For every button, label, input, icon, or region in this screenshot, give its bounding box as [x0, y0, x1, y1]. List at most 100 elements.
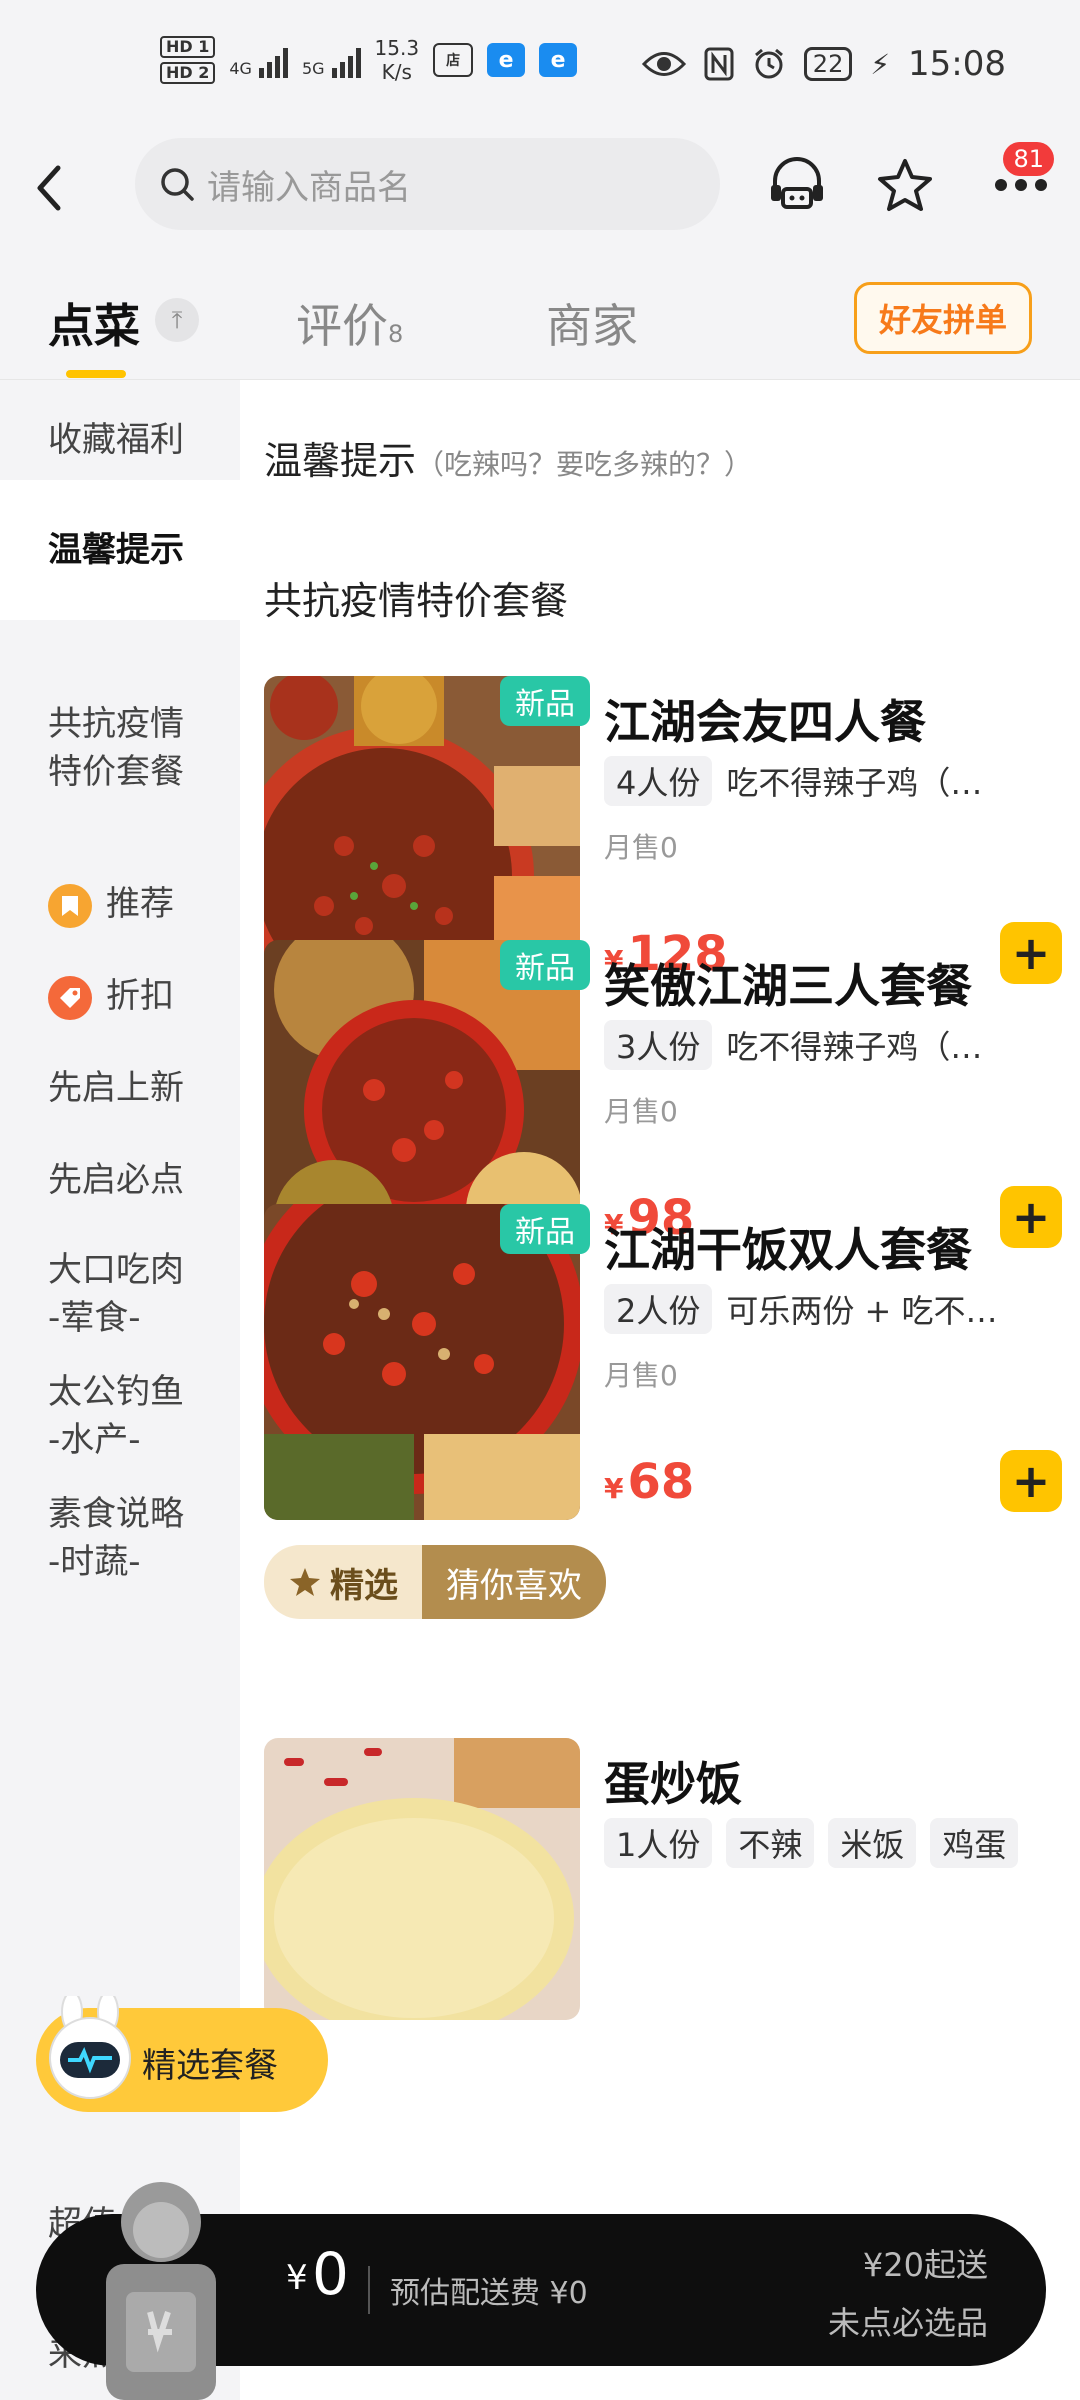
picks-label-selected: 精选	[264, 1545, 422, 1619]
signal-4g-icon: 4G	[229, 42, 288, 78]
favorite-button[interactable]	[870, 150, 940, 220]
sidebar-item-favorites[interactable]: 收藏福利	[0, 416, 240, 464]
nfc-icon	[704, 47, 734, 81]
monthly-sales: 月售0	[604, 1359, 678, 1392]
signal-5g-icon: 5G	[302, 42, 361, 78]
sidebar-item-new[interactable]: 先启上新	[0, 1064, 240, 1112]
sidebar-item-discount-label: 折扣	[106, 976, 174, 1016]
eleme-app-icon-2: e	[539, 43, 578, 77]
new-item-tag: 新品	[500, 676, 590, 726]
store-app-icon: 店	[433, 43, 474, 77]
charging-icon: ⚡	[870, 47, 891, 81]
cart-currency: ¥	[286, 2258, 308, 2298]
menu-content: 温馨提示（吃辣吗？要吃多辣的？） 共抗疫情特价套餐 新品 江湖会友四人餐 4人份…	[240, 380, 1080, 2400]
eye-icon	[641, 52, 686, 76]
tag-chip: 鸡蛋	[930, 1818, 1019, 1868]
item-desc-row: 3人份 吃不得辣子鸡（…	[604, 1020, 1044, 1070]
item-desc: 吃不得辣子鸡（…	[726, 1028, 983, 1066]
currency-symbol: ¥	[604, 1472, 624, 1505]
new-item-tag: 新品	[500, 1204, 590, 1254]
discount-tag-icon	[48, 975, 92, 1020]
sidebar-item-discount[interactable]: 折扣	[0, 972, 240, 1020]
hd-indicator: HD 1 HD 2	[160, 36, 216, 84]
sidebar-item-special-meals[interactable]: 共抗疫情 特价套餐	[0, 700, 240, 796]
min-order-text: ¥20起送	[862, 2246, 988, 2284]
tips-title: 温馨提示	[264, 439, 417, 483]
alarm-icon	[754, 48, 783, 79]
headset-icon	[771, 157, 823, 209]
monthly-sales: 月售0	[604, 1095, 678, 1128]
tab-reviews-label: 评价	[296, 299, 388, 353]
back-arrow-icon[interactable]	[26, 158, 76, 218]
portion-chip: 3人份	[604, 1020, 713, 1070]
star-icon	[878, 159, 932, 211]
new-item-tag: 新品	[500, 940, 590, 990]
item-desc-row: 2人份 可乐两份 + 吃不…	[604, 1284, 1044, 1334]
tag-chip: 不辣	[726, 1818, 815, 1868]
battery-icon: 22	[803, 47, 853, 81]
picks-label-guess: 猜你喜欢	[422, 1545, 606, 1619]
more-dots-icon	[995, 179, 1047, 191]
tag-chip: 1人份	[604, 1818, 713, 1868]
hd2-icon: HD 2	[160, 62, 216, 84]
sidebar-item-seafood[interactable]: 太公钓鱼 -水产-	[0, 1368, 240, 1464]
featured-set-label: 精选套餐	[142, 2046, 278, 2086]
tab-order[interactable]: 点菜	[48, 290, 140, 356]
tab-merchant[interactable]: 商家	[546, 290, 638, 356]
recommend-icon	[48, 883, 92, 928]
clock: 15:08	[908, 44, 1006, 84]
tips-subtitle: （吃辣吗？要吃多辣的？）	[416, 448, 753, 481]
tips-heading: 温馨提示（吃辣吗？要吃多辣的？）	[264, 430, 752, 485]
picks-label-a: 精选	[330, 1565, 398, 1606]
search-icon	[161, 168, 194, 201]
must-pick-text: 未点必选品	[827, 2304, 988, 2342]
cart-divider	[368, 2266, 370, 2314]
item-name: 江湖干饭双人套餐	[604, 1223, 972, 1277]
sidebar-item-recommend[interactable]: 推荐	[0, 880, 240, 928]
monthly-sales: 月售0	[604, 831, 678, 864]
menu-item-card[interactable]: 蛋炒饭 1人份 不辣 米饭 鸡蛋	[264, 1738, 1064, 2020]
portion-chip: 4人份	[604, 756, 713, 806]
star-badge-icon	[290, 1568, 320, 1596]
cart-courier-icon[interactable]	[86, 2172, 236, 2400]
sidebar-item-must-order[interactable]: 先启必点	[0, 1156, 240, 1204]
search-input[interactable]: 请输入商品名	[135, 138, 720, 230]
tab-reviews[interactable]: 评价8	[296, 290, 403, 356]
eleme-app-icon: e	[487, 43, 526, 77]
scroll-top-icon[interactable]: ⤒	[155, 298, 199, 342]
delivery-fee: 预估配送费 ¥0	[390, 2276, 588, 2311]
item-desc-row: 4人份 吃不得辣子鸡（…	[604, 756, 1044, 806]
cart-total: 0	[312, 2240, 349, 2308]
hd1-icon: HD 1	[160, 36, 216, 58]
add-to-cart-button[interactable]: +	[1000, 1450, 1062, 1512]
sidebar-item-vegetables[interactable]: 素食说略 -时蔬-	[0, 1490, 240, 1586]
review-count: 8	[388, 320, 404, 348]
item-name: 笑傲江湖三人套餐	[604, 959, 972, 1013]
top-nav: 请输入商品名 81	[0, 130, 1080, 250]
active-tab-indicator	[66, 370, 126, 378]
price-value: 68	[627, 1454, 695, 1510]
food-image	[264, 1738, 580, 2020]
status-bar: HD 1 HD 2 4G 5G 15.3 K/s 店 e e 22 ⚡ 15:0…	[0, 0, 1080, 130]
sidebar-item-meat[interactable]: 大口吃肉 -荤食-	[0, 1246, 240, 1342]
notification-badge: 81	[1003, 142, 1054, 176]
item-desc: 可乐两份 + 吃不…	[726, 1292, 998, 1330]
portion-chip: 2人份	[604, 1284, 713, 1334]
customer-service-button[interactable]	[762, 150, 832, 220]
item-desc: 吃不得辣子鸡（…	[726, 764, 983, 802]
friend-group-order-button[interactable]: 好友拼单	[854, 282, 1032, 354]
sidebar-item-tips[interactable]: 温馨提示	[0, 480, 240, 620]
more-menu-button[interactable]: 81	[986, 142, 1056, 220]
menu-item-card[interactable]: 新品 江湖干饭双人套餐 2人份 可乐两份 + 吃不… 月售0 ¥68 +	[264, 1204, 1064, 1524]
sidebar-item-recommend-label: 推荐	[106, 884, 174, 924]
item-name: 江湖会友四人餐	[604, 695, 926, 749]
search-placeholder: 请输入商品名	[207, 167, 411, 208]
picks-banner[interactable]: 精选 猜你喜欢	[264, 1545, 606, 1619]
store-tabs: 点菜 ⤒ 评价8 商家 好友拼单	[0, 260, 1080, 380]
robot-mascot-icon	[49, 1996, 131, 2099]
item-price: ¥68	[604, 1454, 694, 1510]
item-name: 蛋炒饭	[604, 1757, 742, 1811]
network-speed: 15.3 K/s	[374, 36, 420, 84]
tag-chip: 米饭	[828, 1818, 917, 1868]
item-tags-row: 1人份 不辣 米饭 鸡蛋	[604, 1818, 1044, 1868]
